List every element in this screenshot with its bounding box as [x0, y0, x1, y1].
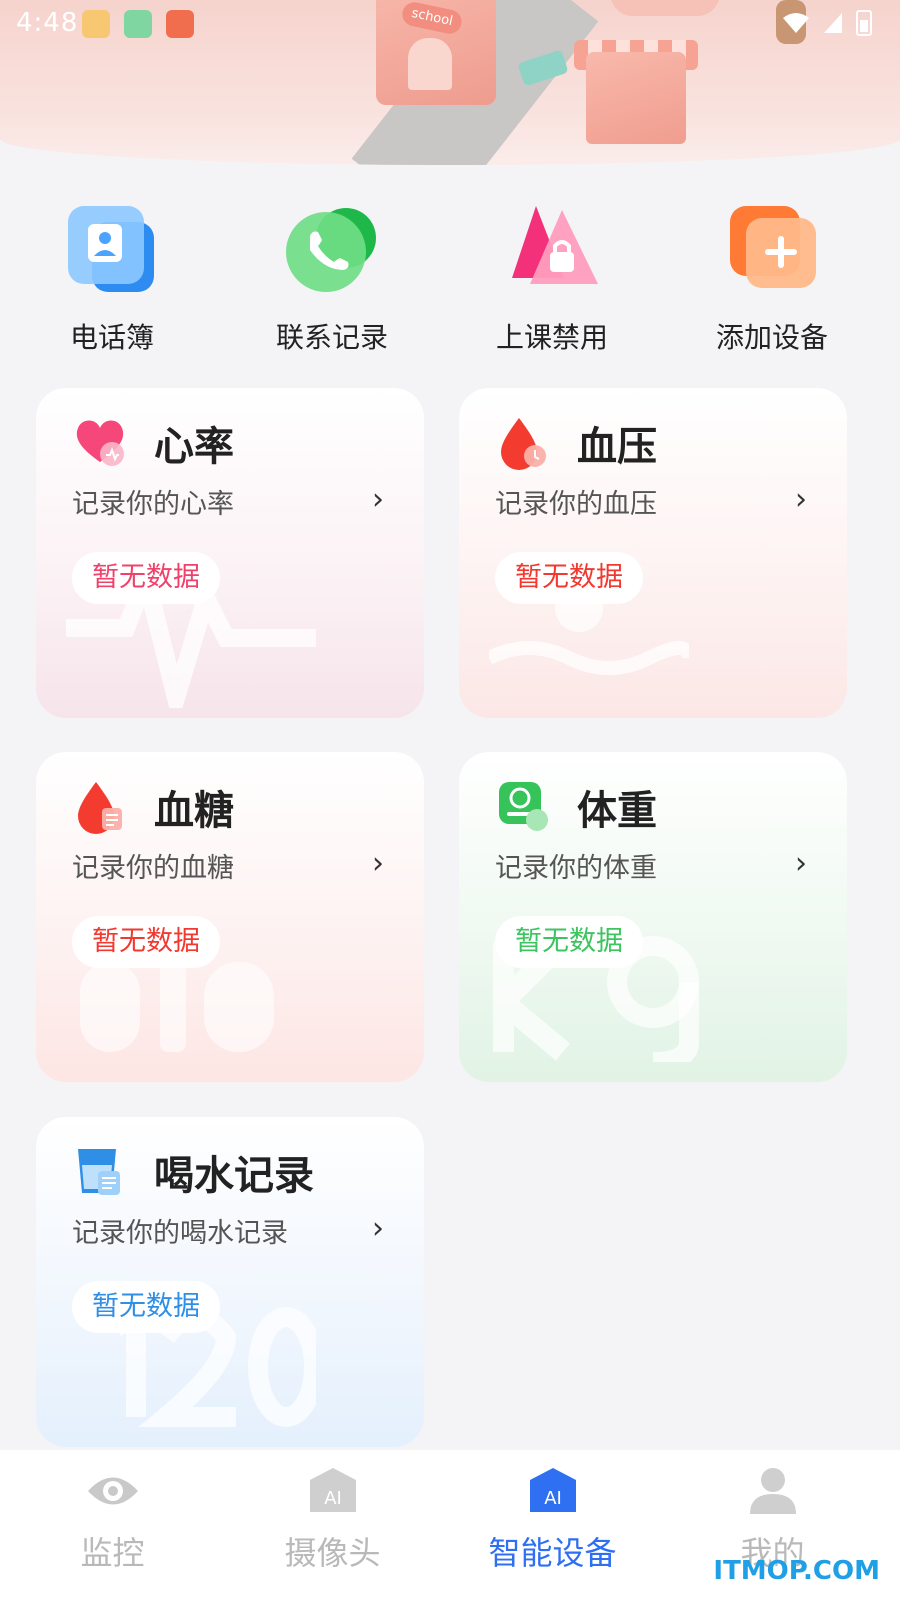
wifi-icon — [783, 13, 809, 33]
quick-actions: 电话簿 联系记录 上课禁用 添加设备 — [0, 200, 900, 360]
contacts-icon — [62, 200, 162, 300]
signal-icon — [824, 13, 842, 33]
site-watermark: ITMOP.COM — [713, 1556, 880, 1586]
ai-camera-icon: AI — [306, 1466, 360, 1516]
card-water-intake[interactable]: 喝水记录 记录你的喝水记录 › 暂无数据 — [36, 1117, 424, 1447]
card-heart-rate[interactable]: 心率 记录你的心率 › 暂无数据 — [36, 388, 424, 718]
app-notification-icon — [124, 10, 152, 38]
card-title: 血压 — [577, 424, 657, 470]
tab-label: 监控 — [80, 1534, 145, 1572]
heart-icon — [72, 414, 128, 470]
quick-action-contacts[interactable]: 电话簿 — [12, 200, 212, 356]
card-blood-sugar[interactable]: 血糖 记录你的血糖 › 暂无数据 — [36, 752, 424, 1082]
quick-action-label: 添加设备 — [715, 321, 828, 354]
quick-action-label: 联系记录 — [275, 321, 388, 354]
chevron-right-icon[interactable]: › — [372, 846, 384, 881]
card-blood-pressure[interactable]: 血压 记录你的血压 › 暂无数据 — [459, 388, 847, 718]
card-subtitle: 记录你的血糖 — [72, 853, 234, 884]
chevron-right-icon[interactable]: › — [372, 482, 384, 517]
tab-camera[interactable]: AI 摄像头 — [220, 1450, 445, 1600]
eye-icon — [86, 1466, 140, 1516]
lock-icon — [502, 200, 602, 300]
phone-icon — [282, 200, 382, 300]
chevron-right-icon[interactable]: › — [372, 1211, 384, 1246]
card-subtitle: 记录你的喝水记录 — [72, 1218, 288, 1249]
card-title: 血糖 — [154, 788, 234, 834]
book-app-icon — [166, 10, 194, 38]
battery-charging-icon — [856, 10, 872, 36]
app-notification-icon — [82, 10, 110, 38]
add-device-icon — [722, 200, 822, 300]
blood-sugar-icon — [72, 778, 128, 834]
card-subtitle: 记录你的体重 — [495, 853, 657, 884]
card-title: 心率 — [154, 424, 234, 470]
status-badge: 暂无数据 — [495, 916, 643, 968]
ai-device-icon-text: AI — [544, 1488, 562, 1509]
profile-icon — [746, 1466, 800, 1516]
svg-text:AI: AI — [324, 1488, 342, 1509]
status-right — [782, 10, 872, 36]
quick-action-class-mode[interactable]: 上课禁用 — [452, 200, 652, 356]
tab-monitor[interactable]: 监控 — [0, 1450, 225, 1600]
tab-label: 智能设备 — [488, 1534, 617, 1572]
scale-icon — [495, 778, 551, 834]
status-badge: 暂无数据 — [72, 916, 220, 968]
quick-action-add-device[interactable]: 添加设备 — [672, 200, 872, 356]
card-subtitle: 记录你的血压 — [495, 489, 657, 520]
card-weight[interactable]: 体重 记录你的体重 › 暂无数据 — [459, 752, 847, 1082]
bottom-tab-bar: 监控 AI 摄像头 AI 智能设备 我的 ITMOP.COM — [0, 1450, 900, 1600]
status-time: 4:48 — [16, 8, 79, 38]
card-title: 体重 — [577, 788, 657, 834]
chevron-right-icon[interactable]: › — [795, 482, 807, 517]
status-badge: 暂无数据 — [72, 1281, 220, 1333]
card-title: 喝水记录 — [154, 1153, 314, 1199]
tab-label: 摄像头 — [284, 1534, 381, 1572]
chevron-right-icon[interactable]: › — [795, 846, 807, 881]
status-badge: 暂无数据 — [495, 552, 643, 604]
blood-drop-icon — [495, 414, 551, 470]
card-subtitle: 记录你的心率 — [72, 489, 234, 520]
quick-action-contact-records[interactable]: 联系记录 — [232, 200, 432, 356]
status-badge: 暂无数据 — [72, 552, 220, 604]
tab-smart-devices[interactable]: AI 智能设备 — [440, 1450, 665, 1600]
quick-action-label: 上课禁用 — [495, 321, 608, 354]
banner-shop — [586, 52, 686, 144]
quick-action-label: 电话簿 — [69, 321, 154, 354]
water-cup-icon — [72, 1143, 128, 1199]
status-bar: 4:48 — [0, 0, 900, 48]
ai-device-icon: AI — [526, 1466, 580, 1516]
